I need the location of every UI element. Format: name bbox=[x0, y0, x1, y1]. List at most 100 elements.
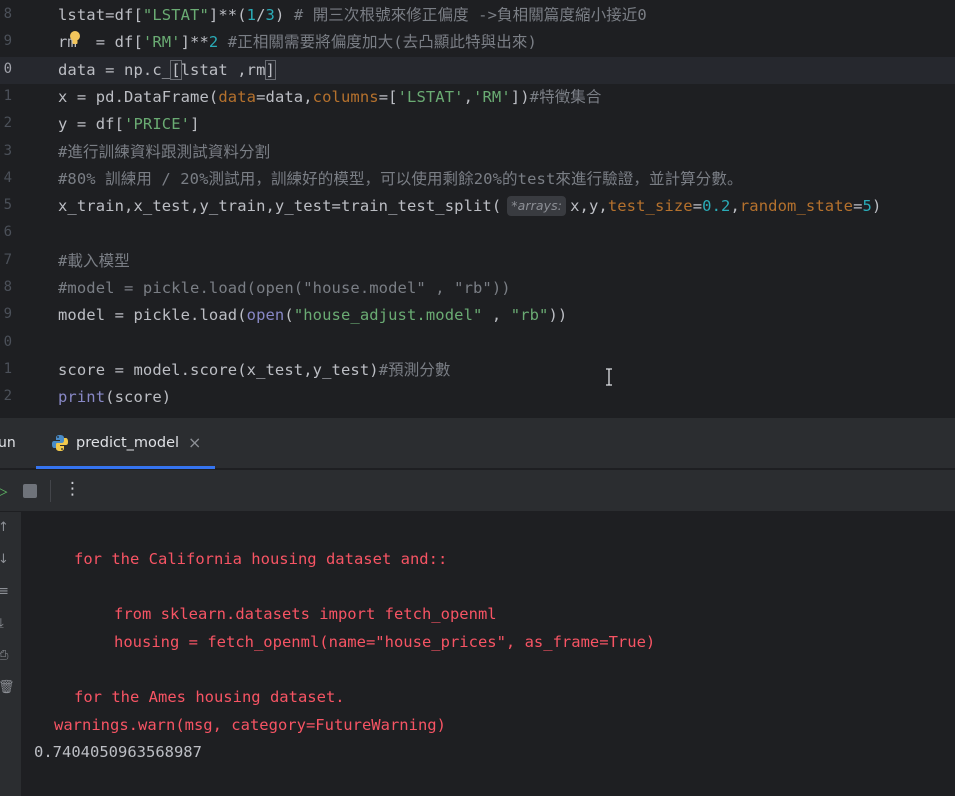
code-line[interactable]: 8 #model = pickle.load(open("house.model"… bbox=[0, 275, 955, 302]
code-line[interactable]: 8 lstat=df["LSTAT"]**(1/3) # 開三次根號來修正偏度 -… bbox=[0, 2, 955, 29]
console-side-toolbar: ↑ ↓ ≡ ⤓ ⎙ 🗑 bbox=[0, 512, 22, 796]
line-number: 7 bbox=[3, 251, 12, 268]
tab-label: predict_model bbox=[76, 435, 180, 451]
lightbulb-icon[interactable] bbox=[69, 30, 81, 46]
console-warning-line: from sklearn.datasets import fetch_openm… bbox=[114, 605, 497, 624]
code-text: #model = pickle.load(open("house.model" … bbox=[58, 278, 511, 298]
code-token: (score) bbox=[105, 388, 172, 407]
soft-wrap-icon[interactable]: ≡ bbox=[0, 584, 12, 599]
code-token: #model = pickle.load(open("house.model" … bbox=[58, 279, 511, 297]
code-token: = bbox=[692, 197, 703, 216]
line-number: 2 bbox=[3, 388, 12, 405]
code-text: score = model.score(x_test,y_test)#預測分數 bbox=[58, 360, 451, 380]
code-token: # 開三次根號來修正偏度 ->負相關篇度縮小接近0 bbox=[293, 6, 647, 24]
code-editor[interactable]: 8 lstat=df["LSTAT"]**(1/3) # 開三次根號來修正偏度 -… bbox=[0, 0, 955, 418]
line-number: 8 bbox=[3, 279, 12, 295]
code-line[interactable]: 5 x_train,x_test,y_train,y_test=train_tes… bbox=[0, 193, 955, 220]
code-token: ) bbox=[274, 6, 294, 24]
parameter-hint: *arrays: bbox=[507, 196, 567, 217]
code-token: = bbox=[853, 197, 863, 216]
code-token: #載入模型 bbox=[58, 251, 130, 270]
code-text: print(score) bbox=[58, 387, 171, 407]
code-token: ] bbox=[264, 59, 277, 80]
code-token: "rb" bbox=[510, 306, 549, 325]
code-token: =data, bbox=[256, 87, 313, 106]
code-token: lstat ,rm bbox=[180, 60, 266, 79]
more-options-icon[interactable]: ⋮ bbox=[64, 479, 81, 499]
code-text: x = pd.DataFrame(data=data,columns=['LST… bbox=[58, 87, 602, 107]
stop-icon[interactable] bbox=[23, 484, 37, 498]
code-token: ) bbox=[871, 197, 882, 216]
run-window-title: un bbox=[0, 435, 16, 451]
line-number: 1 bbox=[3, 360, 12, 377]
clear-all-icon[interactable]: 🗑 bbox=[0, 680, 15, 695]
line-number: 2 bbox=[3, 115, 12, 132]
code-token: 'PRICE' bbox=[124, 115, 191, 134]
code-token: x,y, bbox=[570, 197, 608, 216]
console-warning-line: for the California housing dataset and:: bbox=[74, 550, 448, 568]
code-token: ]) bbox=[510, 87, 530, 106]
code-token: 3 bbox=[265, 6, 275, 24]
console-output[interactable]: for the California housing dataset and::… bbox=[22, 512, 955, 796]
line-number: 8 bbox=[3, 6, 12, 22]
code-token: ]**( bbox=[208, 6, 247, 24]
code-line[interactable]: 2 print(score) bbox=[0, 384, 955, 411]
code-line[interactable]: 1 x = pd.DataFrame(data=data,columns=['LS… bbox=[0, 84, 955, 111]
code-line[interactable]: 9 rm = df['RM']**2 #正相關需要將偏度加大(去凸顯此特與出來) bbox=[0, 29, 955, 56]
code-line[interactable]: 4 #80% 訓練用 / 20%測試用，訓練好的模型，可以使用剩餘20%的test… bbox=[0, 166, 955, 193]
code-line[interactable]: 0 data = np.c_[lstat ,rm] bbox=[0, 56, 955, 84]
code-token: data bbox=[218, 87, 257, 106]
code-token: random_state bbox=[739, 197, 854, 216]
code-token: 1 bbox=[246, 6, 257, 24]
code-line[interactable]: 2 y = df['PRICE'] bbox=[0, 111, 955, 138]
code-text: model = pickle.load(open("house_adjust.m… bbox=[58, 305, 567, 325]
code-token: , bbox=[463, 87, 474, 106]
line-number: 4 bbox=[3, 169, 12, 186]
code-token: ( bbox=[284, 306, 294, 325]
code-token: x_train,x_test,y_train,y_test=train_test… bbox=[58, 197, 502, 216]
code-line[interactable]: 6 bbox=[0, 220, 955, 247]
scroll-to-end-icon[interactable]: ⤓ bbox=[0, 616, 12, 631]
code-line[interactable]: 7 #載入模型 bbox=[0, 248, 955, 275]
code-token: y = df[ bbox=[58, 115, 125, 134]
run-toolbar: ▷ ⋮ bbox=[0, 470, 955, 512]
line-number: 9 bbox=[3, 306, 12, 323]
line-number: 6 bbox=[3, 224, 12, 241]
code-token: data = np.c_ bbox=[58, 60, 172, 79]
code-line[interactable]: 3 #進行訓練資料跟測試資料分割 bbox=[0, 139, 955, 166]
line-number: 5 bbox=[3, 197, 12, 214]
code-text: #進行訓練資料跟測試資料分割 bbox=[58, 142, 270, 162]
code-token: #正相關需要將偏度加大(去凸顯此特與出來) bbox=[227, 33, 537, 52]
scroll-down-icon[interactable]: ↓ bbox=[0, 552, 12, 567]
code-text: data = np.c_[lstat ,rm] bbox=[58, 59, 277, 80]
code-token: 'RM' bbox=[473, 87, 511, 106]
code-token: print bbox=[58, 388, 106, 407]
code-token: #進行訓練資料跟測試資料分割 bbox=[58, 142, 271, 161]
console-warning-line: warnings.warn(msg, category=FutureWarnin… bbox=[54, 715, 446, 734]
code-token: 'RM' bbox=[142, 33, 181, 52]
tab-predict-model[interactable]: predict_model × bbox=[36, 419, 215, 469]
code-token: 'LSTAT' bbox=[397, 87, 464, 106]
code-token: #特徵集合 bbox=[529, 87, 602, 106]
code-token: score = model.score(x_test,y_test) bbox=[58, 360, 379, 379]
line-number: 0 bbox=[3, 333, 12, 350]
tab-close-icon[interactable]: × bbox=[188, 433, 201, 452]
code-line[interactable]: 0 bbox=[0, 330, 955, 357]
run-tool-window: un predict_model × ▷ ⋮ ↑ ↓ ≡ ⤓ ⎙ 🗑 for t… bbox=[0, 418, 955, 796]
print-icon[interactable]: ⎙ bbox=[0, 648, 12, 663]
scroll-up-icon[interactable]: ↑ bbox=[0, 520, 12, 535]
code-token: columns bbox=[312, 87, 379, 106]
code-text: #80% 訓練用 / 20%測試用，訓練好的模型，可以使用剩餘20%的test來… bbox=[58, 169, 743, 189]
code-token: )) bbox=[548, 306, 568, 325]
console-warning-line: housing = fetch_openml(name="house_price… bbox=[114, 632, 656, 651]
rerun-icon[interactable]: ▷ bbox=[0, 482, 8, 500]
code-line[interactable]: 1 score = model.score(x_test,y_test)#預測分數 bbox=[0, 357, 955, 384]
toolbar-divider bbox=[50, 480, 51, 502]
code-token: open bbox=[246, 306, 285, 325]
code-token: [ bbox=[170, 59, 182, 80]
code-token: lstat=df[ bbox=[58, 6, 143, 24]
code-token: , bbox=[730, 197, 740, 216]
code-line[interactable]: 9 model = pickle.load(open("house_adjust.… bbox=[0, 302, 955, 329]
tool-window-tab-bar: un predict_model × bbox=[0, 419, 955, 469]
